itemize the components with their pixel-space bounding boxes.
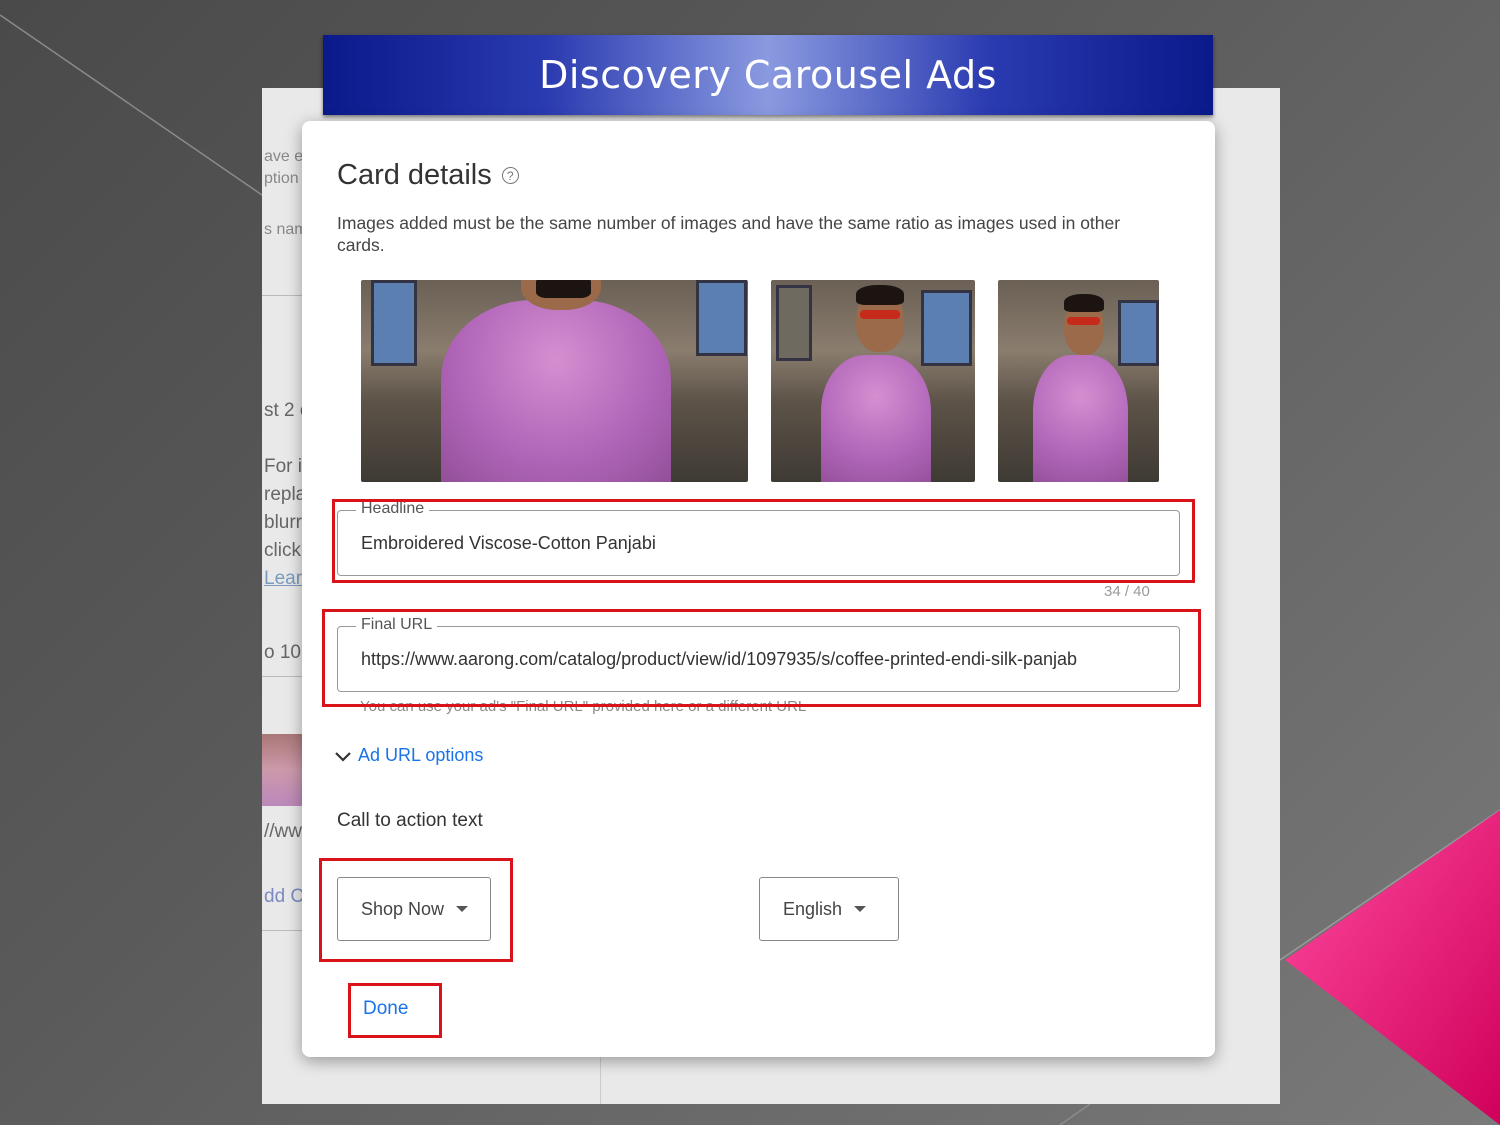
- card-details-dialog: Card details ? Images added must be the …: [302, 121, 1215, 1057]
- highlight-box-final-url: [322, 609, 1201, 707]
- accent-triangle: [1285, 810, 1500, 1125]
- highlight-box-headline: [332, 499, 1195, 583]
- bg-text: blurr: [264, 512, 303, 533]
- bg-divider: [262, 930, 302, 931]
- language-select[interactable]: English: [759, 877, 899, 941]
- bg-text: dd C: [264, 886, 305, 907]
- slide-title: Discovery Carousel Ads: [539, 53, 997, 97]
- bg-text: ave e: [264, 148, 304, 165]
- card-image-portrait[interactable]: [998, 280, 1159, 482]
- bg-text: repla: [264, 484, 307, 505]
- language-select-value: English: [783, 898, 843, 919]
- ad-url-options-toggle[interactable]: Ad URL options: [334, 745, 483, 766]
- dialog-description: Images added must be the same number of …: [337, 213, 1121, 255]
- highlight-box-cta: [319, 858, 513, 962]
- dialog-title: Card details ?: [337, 159, 519, 192]
- bg-link: Lear: [264, 568, 303, 589]
- slide-title-bar: Discovery Carousel Ads: [323, 35, 1213, 115]
- bg-text: For i: [264, 456, 302, 477]
- cta-section-label: Call to action text: [337, 810, 483, 831]
- help-circle-icon[interactable]: ?: [501, 167, 519, 184]
- bg-text: ption: [264, 170, 299, 187]
- headline-char-counter: 34 / 40: [1104, 583, 1150, 600]
- bg-divider: [262, 676, 302, 677]
- bg-thumbnail: [262, 734, 302, 806]
- dialog-title-text: Card details: [337, 159, 492, 191]
- highlight-box-done: [348, 983, 442, 1038]
- dropdown-arrow-icon: [854, 906, 867, 912]
- chevron-down-icon: [335, 751, 351, 762]
- card-image-square[interactable]: [771, 280, 975, 482]
- bg-text: click: [264, 540, 301, 561]
- bg-divider: [262, 295, 302, 296]
- card-image-landscape[interactable]: [361, 280, 748, 482]
- ad-url-options-label: Ad URL options: [358, 745, 484, 765]
